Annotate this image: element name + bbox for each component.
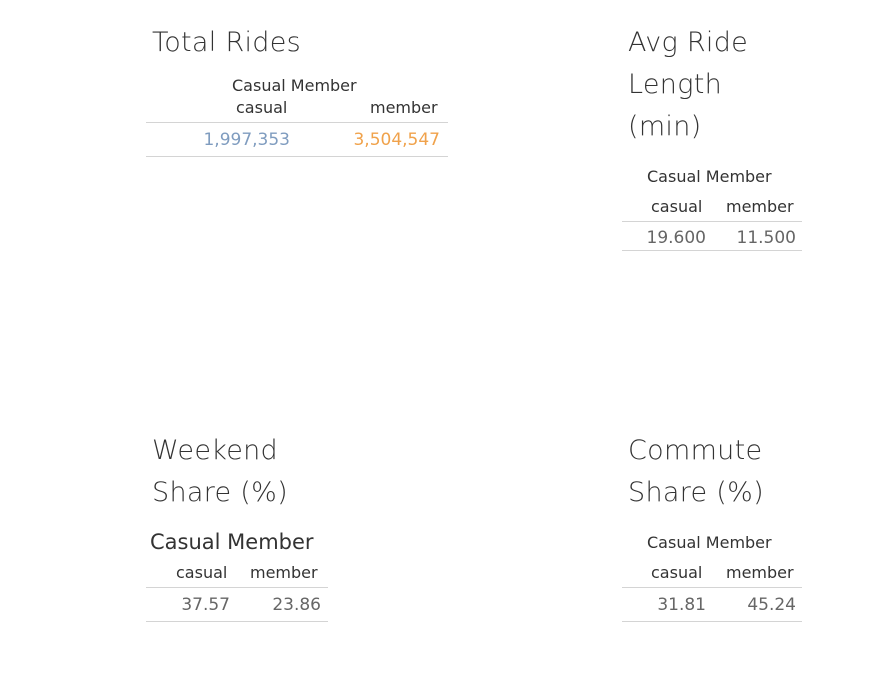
group-header: Casual Member	[647, 167, 772, 186]
column-header-casual: casual	[651, 197, 703, 216]
group-header: Casual Member	[232, 76, 357, 95]
value-member: 11.500	[736, 228, 796, 248]
group-header: Casual Member	[647, 533, 772, 552]
table-divider	[622, 250, 802, 251]
value-member: 3,504,547	[353, 130, 440, 150]
column-header-member: member	[726, 563, 794, 582]
value-casual: 19.600	[646, 228, 706, 248]
column-header-member: member	[726, 197, 794, 216]
table-divider	[146, 122, 448, 123]
table-divider	[622, 221, 802, 222]
group-header: Casual Member	[150, 530, 314, 554]
column-header-casual: casual	[236, 98, 288, 117]
panel-title-line: Commute	[628, 435, 763, 466]
value-member: 23.86	[272, 595, 321, 615]
panel-title-line: Share (%)	[152, 477, 288, 508]
panel-title-line: Weekend	[152, 435, 278, 466]
column-header-casual: casual	[651, 563, 703, 582]
value-casual: 1,997,353	[203, 130, 290, 150]
panel-title: Total Rides	[152, 27, 302, 58]
table-divider	[146, 587, 328, 588]
panel-title-line: Avg Ride	[628, 27, 749, 58]
value-casual: 37.57	[181, 595, 230, 615]
panel-title-line: (min)	[628, 111, 702, 142]
table-divider	[622, 621, 802, 622]
panel-title-line: Share (%)	[628, 477, 764, 508]
value-member: 45.24	[747, 595, 796, 615]
table-divider	[146, 621, 328, 622]
value-casual: 31.81	[657, 595, 706, 615]
column-header-casual: casual	[176, 563, 228, 582]
table-divider	[622, 587, 802, 588]
panel-title-line: Length	[628, 69, 722, 100]
column-header-member: member	[370, 98, 438, 117]
table-divider	[146, 156, 448, 157]
column-header-member: member	[250, 563, 318, 582]
